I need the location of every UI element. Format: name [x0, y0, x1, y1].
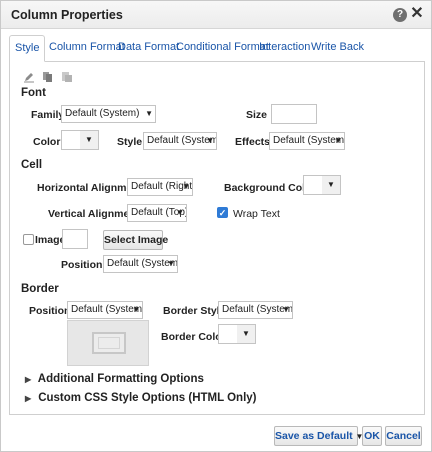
- size-input[interactable]: [271, 104, 317, 124]
- chevron-down-icon: ▼: [206, 136, 214, 145]
- style-label: Style: [117, 136, 143, 148]
- ok-button[interactable]: OK: [362, 426, 382, 446]
- color-label: Color: [33, 136, 61, 148]
- family-label: Family: [31, 109, 65, 121]
- family-select[interactable]: Default (System) ▼: [61, 105, 156, 123]
- chevron-down-icon: ▼: [237, 325, 255, 343]
- image-checkbox[interactable]: [23, 234, 34, 245]
- background-color-picker[interactable]: ▼: [303, 175, 341, 195]
- vertical-alignment-label: Vertical Alignment: [48, 208, 140, 220]
- border-color-swatch: [219, 325, 238, 343]
- tab-conditional-format[interactable]: Conditional Format: [176, 35, 269, 62]
- horizontal-alignment-select[interactable]: Default (Right) ▼: [127, 178, 193, 196]
- dialog-title: Column Properties: [11, 8, 123, 22]
- tab-interaction[interactable]: Interaction: [259, 35, 310, 62]
- family-select-value: Default (System): [65, 108, 140, 119]
- cell-heading: Cell: [21, 159, 43, 171]
- font-effects-select[interactable]: Default (System) ▼: [269, 132, 345, 150]
- background-color-swatch: [304, 176, 323, 194]
- close-icon[interactable]: ✕: [410, 5, 424, 23]
- font-style-select[interactable]: Default (System) ▼: [143, 132, 217, 150]
- border-style-label: Border Style: [163, 305, 226, 317]
- wrap-text-label: Wrap Text: [233, 208, 280, 220]
- chevron-down-icon: ▼: [182, 182, 190, 191]
- wrap-text-checkbox[interactable]: ✓: [217, 207, 228, 218]
- border-heading: Border: [21, 283, 59, 295]
- background-color-label: Background Color: [224, 182, 316, 194]
- select-image-button[interactable]: Select Image: [103, 230, 168, 250]
- dialog-titlebar[interactable]: Column Properties ? ✕: [1, 1, 431, 29]
- tab-bar: Style Column Format Data Format Conditio…: [9, 35, 425, 62]
- vertical-alignment-select[interactable]: Default (Top) ▼: [127, 204, 187, 222]
- border-preview-inner: [92, 332, 126, 354]
- help-icon[interactable]: ?: [393, 8, 407, 22]
- border-color-picker[interactable]: ▼: [218, 324, 256, 344]
- tab-style[interactable]: Style: [9, 35, 46, 62]
- chevron-down-icon: ▼: [80, 131, 98, 149]
- chevron-down-icon: ▼: [167, 259, 175, 268]
- border-preview-cell: [98, 337, 120, 349]
- chevron-down-icon: ▼: [176, 208, 184, 217]
- font-color-swatch: [62, 131, 81, 149]
- chevron-down-icon: ▼: [282, 305, 290, 314]
- tab-column-format[interactable]: Column Format: [49, 35, 125, 62]
- paste-icon[interactable]: [61, 71, 73, 83]
- image-preview-box: [62, 229, 88, 249]
- image-position-select[interactable]: Default (System) ▼: [103, 255, 178, 273]
- border-position-label: Position: [29, 305, 71, 317]
- image-position-label: Position: [61, 259, 103, 271]
- copy-icon[interactable]: [42, 71, 54, 83]
- chevron-right-icon: ▶: [25, 394, 32, 403]
- save-as-default-button[interactable]: Save as Default ▼: [274, 426, 363, 446]
- chevron-down-icon: ▼: [132, 305, 140, 314]
- border-position-select[interactable]: Default (System) ▼: [67, 301, 143, 319]
- tab-write-back[interactable]: Write Back: [311, 35, 364, 62]
- save-as-default-label: Save as Default: [275, 430, 353, 442]
- custom-css-expander[interactable]: ▶ Custom CSS Style Options (HTML Only): [25, 392, 257, 404]
- additional-formatting-label: Additional Formatting Options: [37, 373, 204, 385]
- border-preview[interactable]: [67, 320, 149, 366]
- border-color-label: Border Color: [161, 331, 226, 343]
- pencil-icon[interactable]: [23, 71, 35, 83]
- font-heading: Font: [21, 87, 46, 99]
- chevron-down-icon: ▼: [334, 136, 342, 145]
- font-color-picker[interactable]: ▼: [61, 130, 99, 150]
- chevron-down-icon: ▼: [322, 176, 340, 194]
- border-style-select[interactable]: Default (System) ▼: [218, 301, 293, 319]
- image-label: Image: [35, 234, 66, 246]
- cancel-button[interactable]: Cancel: [385, 426, 422, 446]
- effects-label: Effects: [235, 136, 271, 148]
- column-properties-dialog: Column Properties ? ✕ Style Column Forma…: [0, 0, 432, 452]
- chevron-down-icon: ▼: [145, 109, 153, 118]
- size-label: Size: [246, 109, 268, 121]
- additional-formatting-expander[interactable]: ▶ Additional Formatting Options: [25, 373, 204, 385]
- chevron-right-icon: ▶: [25, 375, 32, 384]
- tab-data-format[interactable]: Data Format: [118, 35, 179, 62]
- custom-css-label: Custom CSS Style Options (HTML Only): [38, 392, 257, 404]
